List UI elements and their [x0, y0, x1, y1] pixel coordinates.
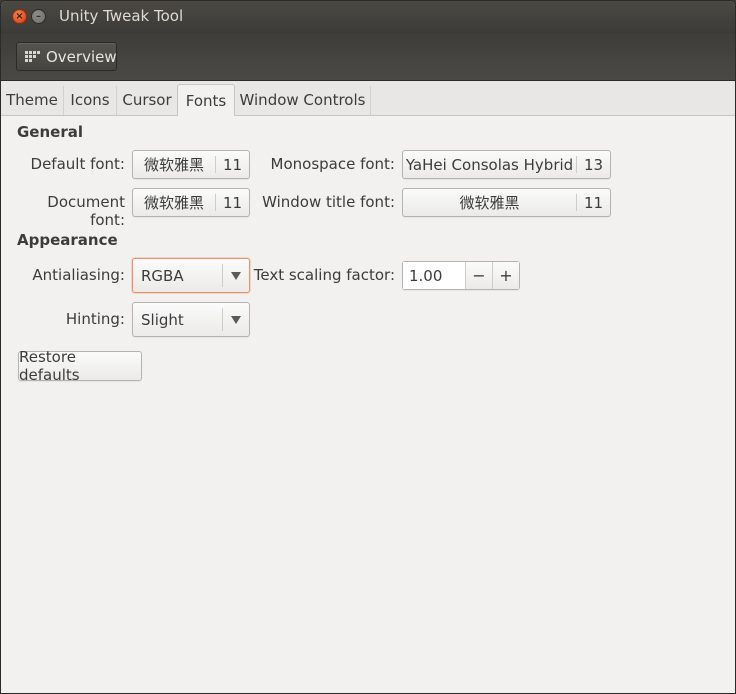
toolbar: Overview [1, 33, 735, 81]
hinting-combo[interactable]: Slight [132, 302, 250, 337]
tab-icons[interactable]: Icons [64, 86, 117, 115]
document-font-size: 11 [222, 193, 243, 212]
hinting-label: Hinting: [65, 310, 125, 328]
default-font-size: 11 [222, 155, 243, 174]
window-title: Unity Tweak Tool [59, 7, 184, 25]
window-title-font-name: 微软雅黑 [459, 194, 520, 212]
document-font-name: 微软雅黑 [143, 194, 204, 212]
tab-bar: Theme Icons Cursor Fonts Window Controls [1, 81, 735, 116]
text-scaling-label: Text scaling factor: [253, 266, 395, 284]
dropdown-arrow-icon [223, 303, 249, 336]
window-title-font-size: 11 [583, 193, 604, 212]
monospace-font-size: 13 [583, 155, 604, 174]
title-bar[interactable]: × – Unity Tweak Tool [1, 1, 735, 33]
tab-cursor[interactable]: Cursor [117, 86, 178, 115]
window-title-font-button[interactable]: 微软雅黑 11 [402, 188, 611, 217]
restore-defaults-button[interactable]: Restore defaults [18, 348, 142, 384]
close-icon: × [15, 10, 24, 22]
appearance-heading: Appearance [17, 231, 118, 249]
monospace-font-name: YaHei Consolas Hybrid [405, 155, 574, 174]
decrement-button[interactable]: − [465, 262, 493, 289]
tab-theme[interactable]: Theme [1, 86, 64, 115]
app-window: × – Unity Tweak Tool Overview Theme Icon… [0, 0, 736, 694]
hinting-value: Slight [141, 310, 184, 329]
default-font-label: Default font: [30, 155, 125, 173]
monospace-font-label: Monospace font: [270, 155, 395, 173]
tab-fonts[interactable]: Fonts [177, 84, 235, 116]
document-font-button[interactable]: 微软雅黑 11 [132, 188, 250, 217]
document-font-label: Document font: [47, 193, 125, 229]
overview-label: Overview [46, 47, 117, 66]
window-title-font-label: Window title font: [262, 193, 395, 211]
increment-button[interactable]: + [492, 262, 519, 289]
text-scaling-input[interactable]: 1.00 [403, 262, 466, 289]
grid-icon [25, 51, 40, 62]
antialiasing-combo[interactable]: RGBA [132, 258, 250, 293]
default-font-button[interactable]: 微软雅黑 11 [132, 150, 250, 179]
monospace-font-button[interactable]: YaHei Consolas Hybrid 13 [402, 150, 611, 179]
overview-button[interactable]: Overview [16, 42, 117, 71]
antialiasing-value: RGBA [141, 266, 184, 285]
dropdown-arrow-icon [223, 259, 249, 292]
tab-window-controls[interactable]: Window Controls [235, 86, 371, 115]
minimize-window-button[interactable]: – [31, 9, 46, 24]
close-window-button[interactable]: × [12, 9, 27, 24]
general-heading: General [17, 123, 83, 141]
antialiasing-label: Antialiasing: [32, 266, 125, 284]
text-scaling-spinbutton[interactable]: 1.00 − + [402, 261, 520, 290]
minimize-icon: – [36, 10, 41, 22]
default-font-name: 微软雅黑 [143, 156, 204, 174]
